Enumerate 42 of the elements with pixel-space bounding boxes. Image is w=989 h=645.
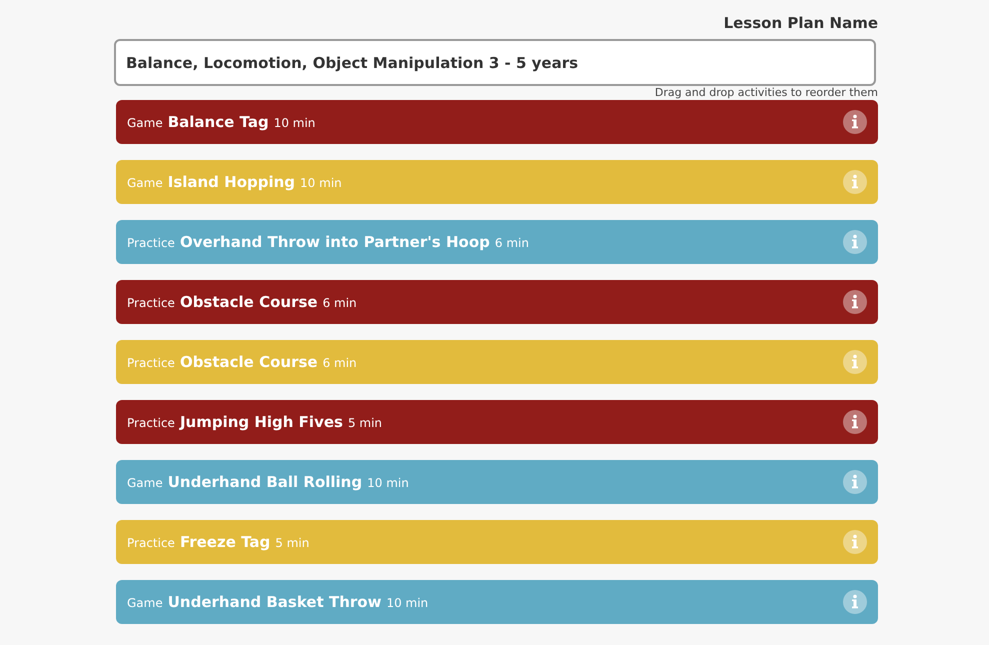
activity-type: Game	[127, 474, 163, 492]
activity-type: Practice	[127, 294, 175, 312]
activity-bar[interactable]: Practice Obstacle Course 6 min	[116, 280, 878, 324]
activity-duration: 5 min	[348, 414, 382, 432]
activity-name: Underhand Basket Throw	[168, 592, 382, 613]
activity-type: Game	[127, 594, 163, 612]
hint-text: Drag and drop activities to reorder them	[654, 86, 878, 100]
activity-duration: 5 min	[275, 534, 310, 552]
activity-bar[interactable]: Practice Obstacle Course 6 min	[116, 340, 878, 384]
activity-name: Island Hopping	[168, 172, 296, 193]
activity-duration: 6 min	[494, 234, 529, 252]
activity-type: Practice	[127, 234, 175, 252]
activity-duration: 10 min	[300, 174, 342, 192]
activity-bar[interactable]: Game Underhand Basket Throw 10 min	[116, 580, 878, 624]
activity-bar[interactable]: Practice Freeze Tag 5 min	[116, 520, 878, 564]
activity-name: Balance Tag	[168, 112, 269, 133]
activity-duration: 10 min	[274, 114, 316, 132]
activity-bar[interactable]: Practice Jumping High Fives 5 min	[116, 400, 878, 444]
activity-name: Obstacle Course	[180, 352, 318, 373]
activity-type: Practice	[127, 354, 175, 372]
activity-type: Practice	[127, 414, 175, 432]
activity-name: Obstacle Course	[180, 292, 318, 313]
activity-name: Jumping High Fives	[180, 412, 343, 433]
activity-type: Practice	[127, 534, 175, 552]
info-icon[interactable]	[843, 110, 867, 134]
activity-bar[interactable]: Game Underhand Ball Rolling 10 min	[116, 460, 878, 504]
activity-name: Freeze Tag	[180, 532, 270, 553]
activity-duration: 6 min	[322, 294, 357, 312]
info-icon[interactable]	[843, 410, 867, 434]
field-label: Lesson Plan Name	[724, 13, 878, 33]
activity-duration: 10 min	[386, 594, 428, 612]
lesson-name-field[interactable]: Balance, Locomotion, Object Manipulation 3 - 5 years	[114, 39, 876, 86]
activity-type: Game	[127, 114, 163, 132]
activity-bar[interactable]: Practice Overhand Throw into Partner's Hoop 6 min	[116, 220, 878, 264]
activity-duration: 6 min	[322, 354, 357, 372]
activity-bar[interactable]: Game Balance Tag 10 min	[116, 100, 878, 144]
activity-type: Game	[127, 174, 163, 192]
activity-name: Overhand Throw into Partner's Hoop	[180, 232, 490, 253]
activity-bar[interactable]: Game Island Hopping 10 min	[116, 160, 878, 204]
activity-name: Underhand Ball Rolling	[168, 472, 362, 493]
info-icon[interactable]	[843, 290, 867, 314]
activity-duration: 10 min	[367, 474, 409, 492]
